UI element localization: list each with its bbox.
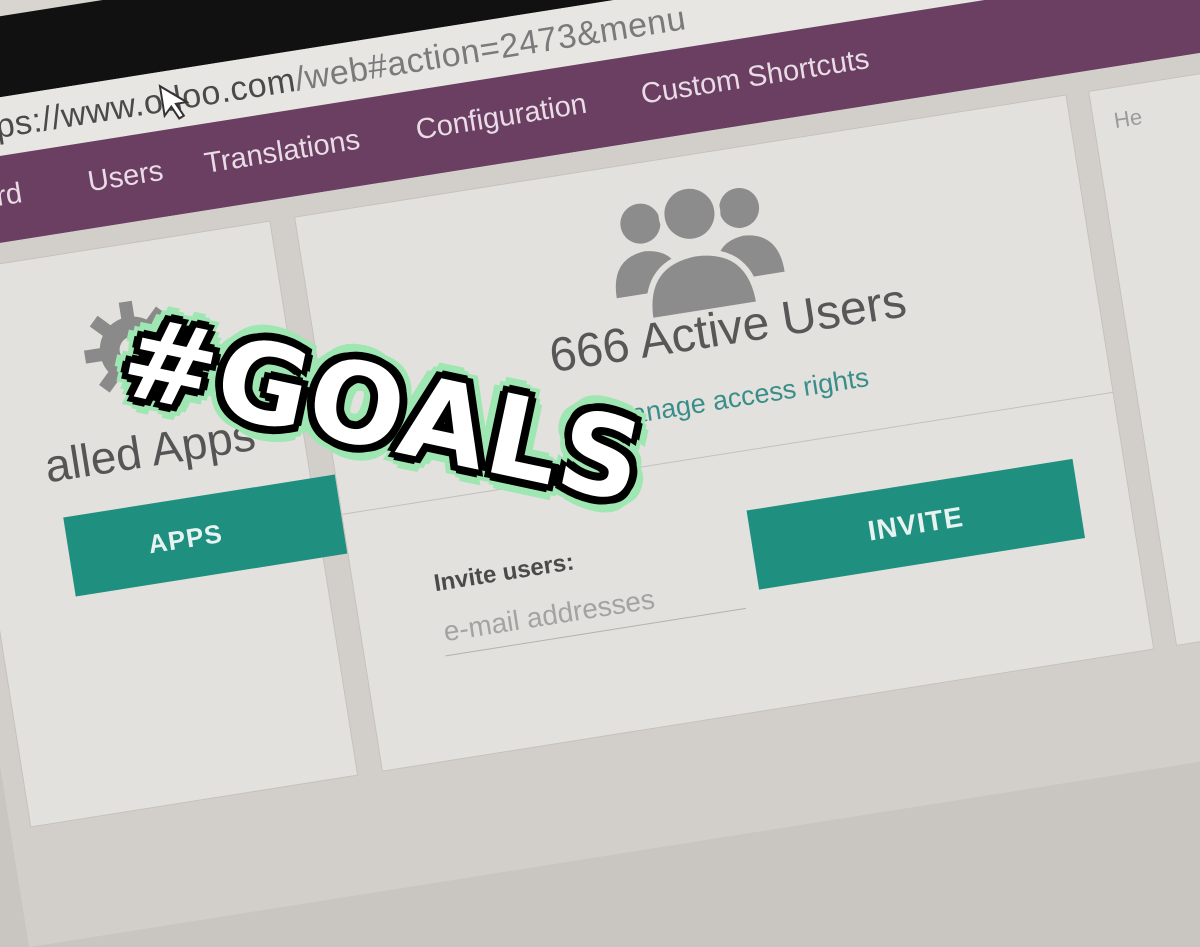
menu-translations[interactable]: Translations bbox=[202, 124, 362, 181]
menu-dashboard[interactable]: shboard bbox=[0, 177, 24, 226]
mouse-cursor-icon bbox=[158, 84, 190, 120]
invite-button[interactable]: INVITE bbox=[746, 458, 1086, 590]
menu-custom-shortcuts[interactable]: Custom Shortcuts bbox=[639, 43, 872, 112]
right-card-title: He bbox=[1112, 104, 1144, 134]
menu-users[interactable]: Users bbox=[86, 155, 166, 199]
menu-configuration[interactable]: Configuration bbox=[414, 88, 590, 148]
